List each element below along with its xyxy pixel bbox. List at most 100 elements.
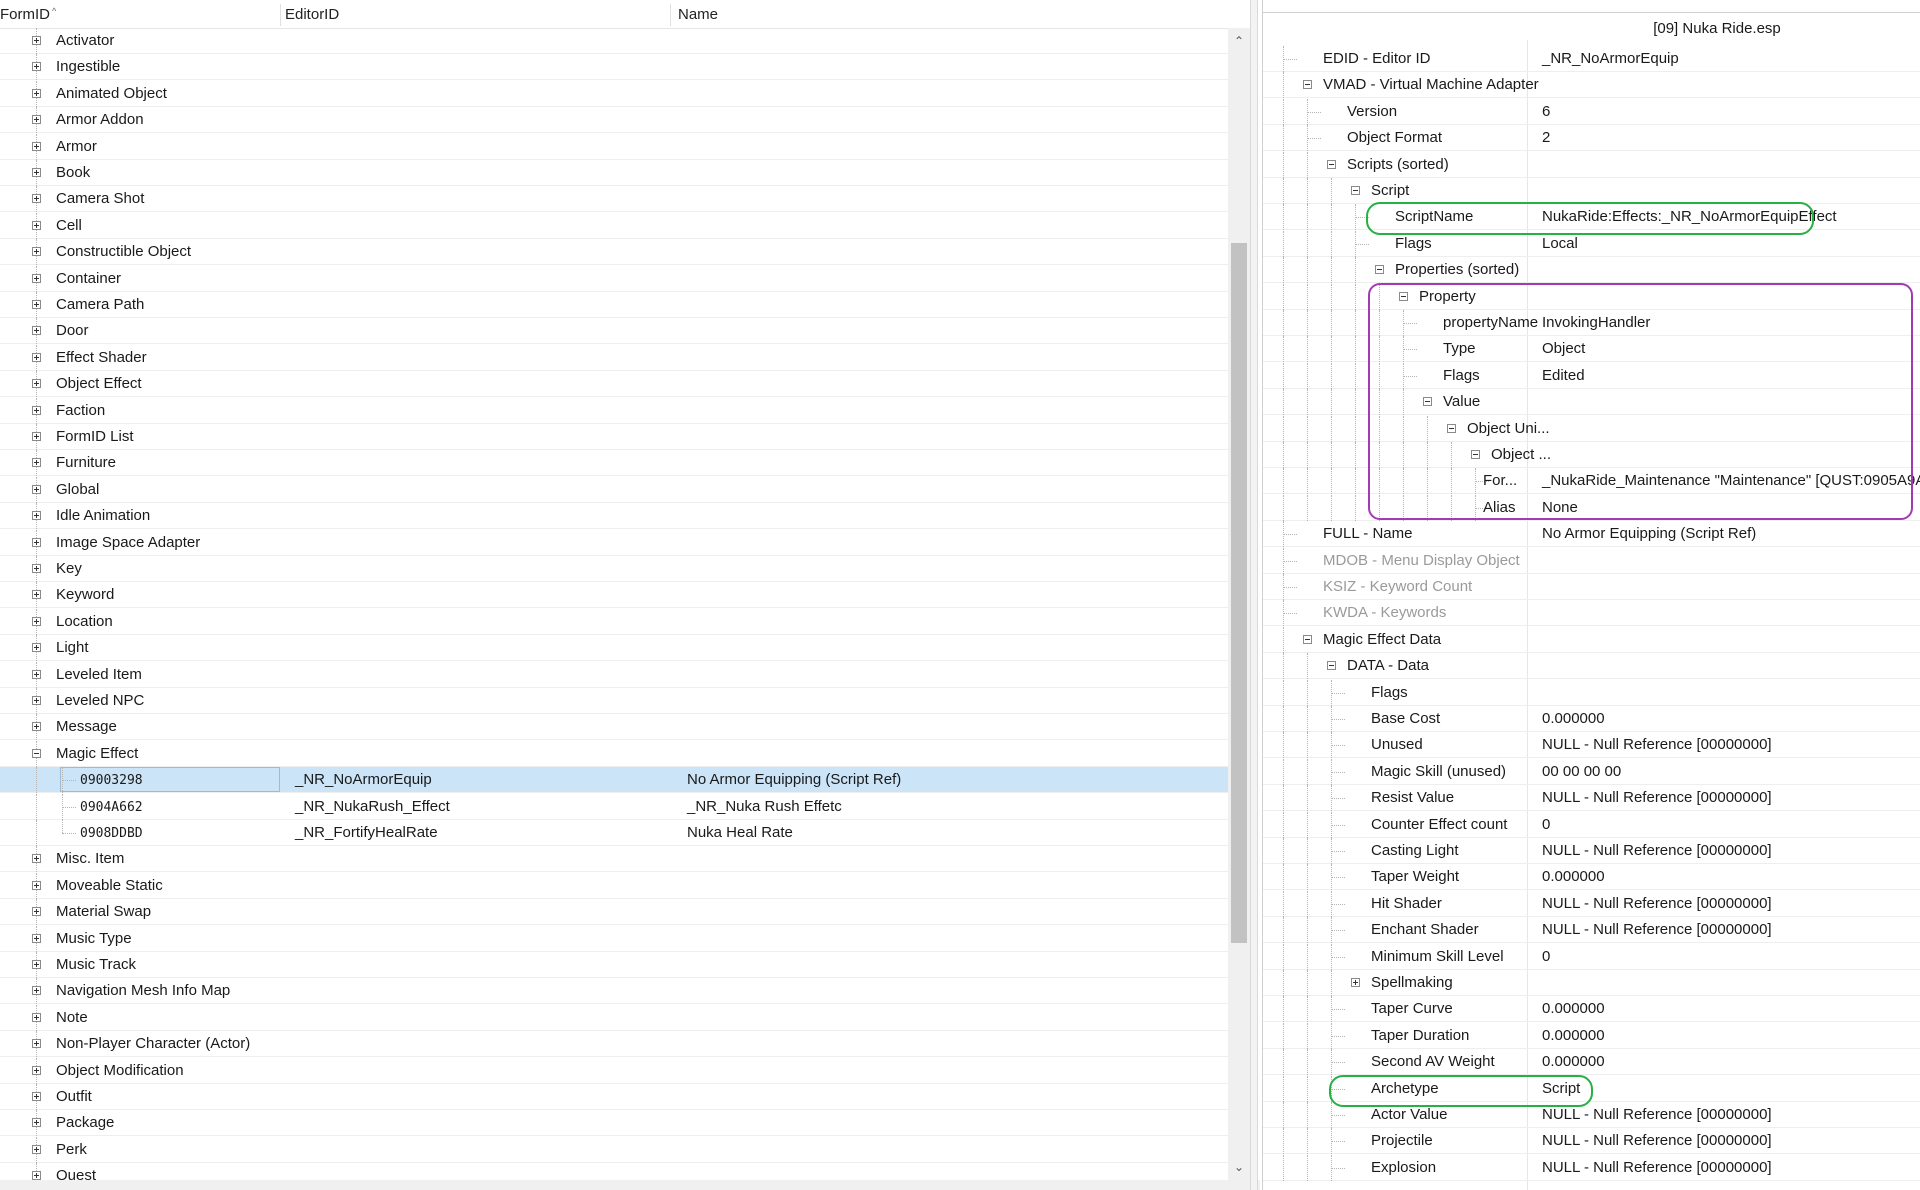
plus-box-icon[interactable] [32, 1092, 41, 1101]
record-row[interactable]: 0904A662 _NR_NukaRush_Effect _NR_Nuka Rush… [0, 794, 1228, 820]
group-row[interactable]: Armor Addon [0, 107, 1228, 133]
minus-box-icon[interactable] [1303, 635, 1312, 644]
field-row[interactable]: EDID - Editor ID _NR_NoArmorEquip [1263, 46, 1920, 72]
plus-box-icon[interactable] [32, 854, 41, 863]
group-row[interactable]: Light [0, 635, 1228, 661]
group-row[interactable]: Animated Object [0, 81, 1228, 107]
field-value[interactable]: NULL - Null Reference [00000000] [1542, 1159, 1772, 1176]
minus-box-icon[interactable] [1303, 80, 1312, 89]
chevron-down-icon[interactable]: ⌄ [1228, 1156, 1250, 1178]
plus-box-icon[interactable] [32, 353, 41, 362]
group-row[interactable]: Container [0, 266, 1228, 292]
plus-box-icon[interactable] [32, 538, 41, 547]
plus-box-icon[interactable] [32, 62, 41, 71]
plus-box-icon[interactable] [32, 485, 41, 494]
field-row[interactable]: Flags [1263, 680, 1920, 706]
plus-box-icon[interactable] [32, 590, 41, 599]
plus-box-icon[interactable] [32, 274, 41, 283]
field-value[interactable]: No Armor Equipping (Script Ref) [1542, 525, 1756, 542]
field-value[interactable]: _NR_NoArmorEquip [1542, 50, 1679, 67]
record-row[interactable]: 0908DDBD _NR_FortifyHealRate Nuka Heal Rat… [0, 820, 1228, 846]
field-row[interactable]: Taper Curve 0.000000 [1263, 996, 1920, 1022]
field-value[interactable]: 0 [1542, 816, 1550, 833]
field-value[interactable]: 0.000000 [1542, 1027, 1605, 1044]
group-row[interactable]: Magic Effect [0, 741, 1228, 767]
plus-box-icon[interactable] [32, 564, 41, 573]
plus-box-icon[interactable] [32, 1066, 41, 1075]
field-value[interactable]: 00 00 00 00 [1542, 763, 1621, 780]
plus-box-icon[interactable] [32, 89, 41, 98]
plus-box-icon[interactable] [32, 168, 41, 177]
group-row[interactable]: Outfit [0, 1084, 1228, 1110]
group-row[interactable]: Activator [0, 28, 1228, 54]
group-row[interactable]: Note [0, 1005, 1228, 1031]
group-row[interactable]: Leveled Item [0, 662, 1228, 688]
minus-box-icon[interactable] [1327, 160, 1336, 169]
group-row[interactable]: Camera Shot [0, 186, 1228, 212]
group-row[interactable]: Constructible Object [0, 239, 1228, 265]
group-row[interactable]: Misc. Item [0, 846, 1228, 872]
plus-box-icon[interactable] [32, 722, 41, 731]
group-row[interactable]: Global [0, 477, 1228, 503]
group-row[interactable]: Door [0, 318, 1228, 344]
field-row[interactable]: Explosion NULL - Null Reference [00000000… [1263, 1155, 1920, 1181]
field-row[interactable]: Magic Effect Data [1263, 627, 1920, 653]
field-value[interactable]: 2 [1542, 129, 1550, 146]
group-row[interactable]: Navigation Mesh Info Map [0, 978, 1228, 1004]
field-value[interactable]: NULL - Null Reference [00000000] [1542, 842, 1772, 859]
column-header-editorid[interactable]: EditorID [285, 6, 339, 23]
field-row[interactable]: Base Cost 0.000000 [1263, 706, 1920, 732]
field-row[interactable]: FULL - Name No Armor Equipping (Script Re… [1263, 521, 1920, 547]
group-row[interactable]: Camera Path [0, 292, 1228, 318]
field-row[interactable]: Taper Weight 0.000000 [1263, 864, 1920, 890]
minus-box-icon[interactable] [1351, 186, 1360, 195]
field-row[interactable]: Version 6 [1263, 99, 1920, 125]
group-row[interactable]: Leveled NPC [0, 688, 1228, 714]
plus-box-icon[interactable] [32, 406, 41, 415]
field-row[interactable]: Object Format 2 [1263, 125, 1920, 151]
field-value[interactable]: 0 [1542, 948, 1550, 965]
plus-box-icon[interactable] [32, 221, 41, 230]
tree-horizontal-scrollbar[interactable] [0, 1180, 1260, 1190]
plus-box-icon[interactable] [32, 960, 41, 969]
group-row[interactable]: Ingestible [0, 54, 1228, 80]
group-row[interactable]: Material Swap [0, 899, 1228, 925]
group-row[interactable]: FormID List [0, 424, 1228, 450]
field-value[interactable]: NULL - Null Reference [00000000] [1542, 895, 1772, 912]
field-row[interactable]: KWDA - Keywords [1263, 600, 1920, 626]
plus-box-icon[interactable] [32, 194, 41, 203]
field-row[interactable]: Taper Duration 0.000000 [1263, 1023, 1920, 1049]
field-row[interactable]: Resist Value NULL - Null Reference [00000… [1263, 785, 1920, 811]
plus-box-icon[interactable] [32, 617, 41, 626]
plus-box-icon[interactable] [32, 1145, 41, 1154]
field-row[interactable]: Hit Shader NULL - Null Reference [0000000… [1263, 891, 1920, 917]
plus-box-icon[interactable] [32, 986, 41, 995]
field-row[interactable]: Spellmaking [1263, 970, 1920, 996]
group-row[interactable]: Music Track [0, 952, 1228, 978]
group-row[interactable]: Music Type [0, 926, 1228, 952]
group-row[interactable]: Armor [0, 134, 1228, 160]
chevron-up-icon[interactable]: ⌃ [1228, 30, 1250, 52]
field-row[interactable]: Counter Effect count 0 [1263, 812, 1920, 838]
plus-box-icon[interactable] [32, 300, 41, 309]
field-row[interactable]: DATA - Data [1263, 653, 1920, 679]
plus-box-icon[interactable] [32, 907, 41, 916]
plus-box-icon[interactable] [32, 1013, 41, 1022]
field-row[interactable]: Projectile NULL - Null Reference [0000000… [1263, 1128, 1920, 1154]
group-row[interactable]: Keyword [0, 582, 1228, 608]
field-row[interactable]: Second AV Weight 0.000000 [1263, 1049, 1920, 1075]
field-value[interactable]: NULL - Null Reference [00000000] [1542, 1132, 1772, 1149]
field-row[interactable]: Enchant Shader NULL - Null Reference [000… [1263, 917, 1920, 943]
group-row[interactable]: Message [0, 714, 1228, 740]
group-row[interactable]: Object Modification [0, 1058, 1228, 1084]
group-row[interactable]: Moveable Static [0, 873, 1228, 899]
field-value[interactable]: 0.000000 [1542, 868, 1605, 885]
minus-box-icon[interactable] [1375, 265, 1384, 274]
field-row[interactable]: KSIZ - Keyword Count [1263, 574, 1920, 600]
field-row[interactable]: MDOB - Menu Display Object [1263, 548, 1920, 574]
group-row[interactable]: Package [0, 1110, 1228, 1136]
group-row[interactable]: Key [0, 556, 1228, 582]
plus-box-icon[interactable] [32, 326, 41, 335]
group-row[interactable]: Faction [0, 398, 1228, 424]
field-value[interactable]: 0.000000 [1542, 1000, 1605, 1017]
